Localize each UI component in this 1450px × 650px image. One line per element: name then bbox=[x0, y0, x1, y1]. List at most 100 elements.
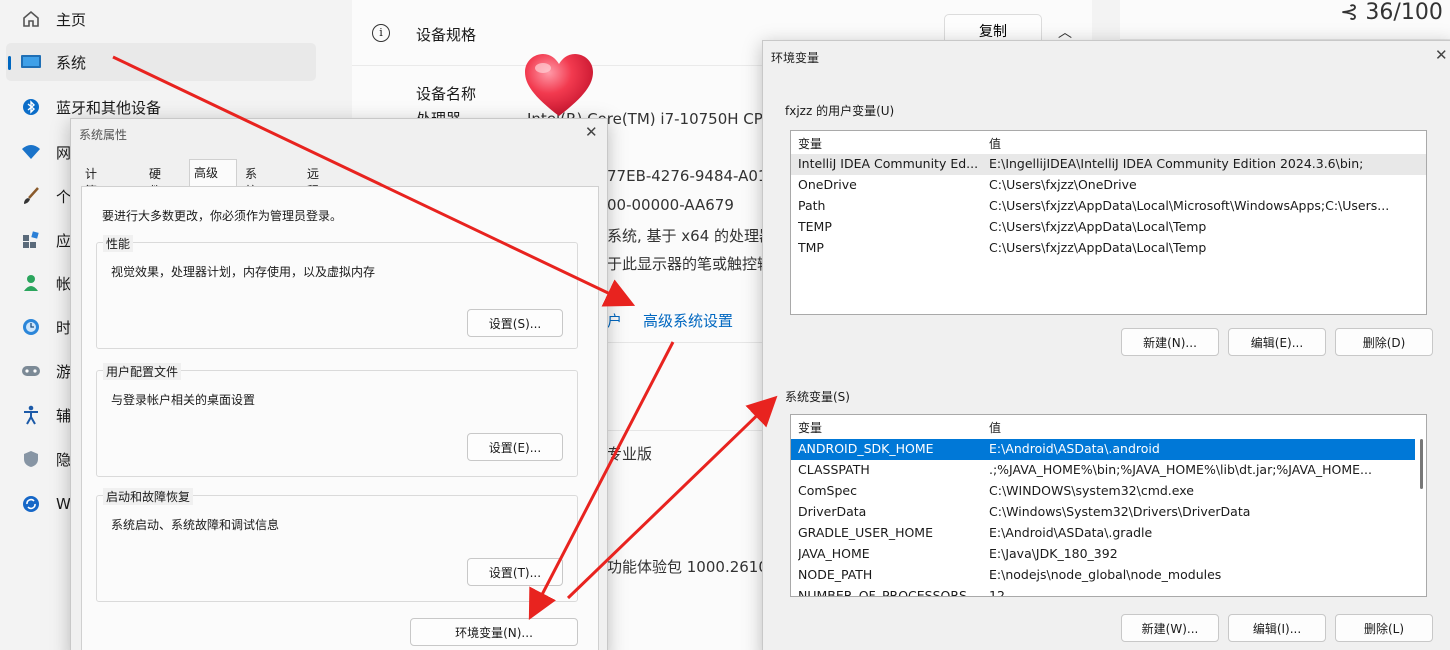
user-delete-button[interactable]: 删除(D) bbox=[1335, 328, 1433, 356]
sidebar-item-label: 系统 bbox=[56, 53, 87, 72]
row-value: C:\Users\fxjzz\OneDrive bbox=[989, 177, 1137, 192]
row-value: C:\Users\fxjzz\AppData\Local\Temp bbox=[989, 240, 1207, 255]
sidebar-item-label: 主页 bbox=[56, 10, 87, 29]
windows-update-icon bbox=[20, 493, 42, 515]
table-row[interactable]: ComSpec C:\WINDOWS\system32\cmd.exe bbox=[791, 481, 1426, 502]
active-indicator bbox=[8, 56, 11, 70]
group-description: 与登录帐户相关的桌面设置 bbox=[111, 393, 256, 407]
system-new-button[interactable]: 新建(W)... bbox=[1121, 614, 1219, 642]
column-header-value: 值 bbox=[989, 137, 1002, 151]
background-window-strip: ⊰ 36/100 bbox=[1120, 0, 1450, 40]
scrollbar-thumb[interactable] bbox=[1420, 439, 1423, 489]
sidebar-item-label: 个 bbox=[56, 187, 72, 206]
row-value: C:\Users\fxjzz\AppData\Local\Temp bbox=[989, 219, 1207, 234]
heart-icon bbox=[525, 54, 593, 116]
user-variables-label: fxjzz 的用户变量(U) bbox=[785, 104, 895, 118]
row-value: .;%JAVA_HOME%\bin;%JAVA_HOME%\lib\dt.jar… bbox=[989, 462, 1372, 477]
system-properties-dialog: 系统属性 ✕ 计算机名 硬件 高级 系统保护 远程 要进行大多数更改，你必须作为… bbox=[70, 118, 608, 650]
sidebar-item-label: 辅 bbox=[56, 406, 72, 425]
bluetooth-icon bbox=[20, 96, 42, 118]
sidebar-item-label: W bbox=[56, 495, 71, 513]
environment-variables-button[interactable]: 环境变量(N)... bbox=[410, 618, 578, 646]
user-profiles-settings-button[interactable]: 设置(E)... bbox=[467, 433, 563, 461]
row-name: TEMP bbox=[798, 219, 832, 234]
user-new-button[interactable]: 新建(N)... bbox=[1121, 328, 1219, 356]
performance-settings-button[interactable]: 设置(S)... bbox=[467, 309, 563, 337]
close-icon[interactable]: ✕ bbox=[585, 123, 598, 141]
row-name: NODE_PATH bbox=[798, 567, 873, 582]
row-name: GRADLE_USER_HOME bbox=[798, 525, 933, 540]
brush-icon bbox=[20, 185, 42, 207]
sidebar-item-home[interactable]: 主页 bbox=[6, 0, 316, 38]
table-row[interactable]: ANDROID_SDK_HOME E:\Android\ASData\.andr… bbox=[791, 439, 1415, 460]
close-icon[interactable]: ✕ bbox=[1435, 46, 1448, 64]
table-row[interactable]: NUMBER_OF_PROCESSORS 12 bbox=[791, 586, 1426, 597]
table-row[interactable]: Path C:\Users\fxjzz\AppData\Local\Micros… bbox=[791, 196, 1426, 217]
column-header-name: 变量 bbox=[798, 137, 823, 151]
clock-globe-icon bbox=[20, 316, 42, 338]
performance-group: 性能 视觉效果，处理器计划，内存使用，以及虚拟内存 设置(S)... bbox=[96, 235, 578, 349]
shield-icon bbox=[20, 448, 42, 470]
edition-value: 专业版 bbox=[607, 445, 653, 463]
product-id-value: 00-00000-AA679 bbox=[607, 196, 734, 214]
row-value: E:\nodejs\node_global\node_modules bbox=[989, 567, 1222, 582]
chevron-up-icon[interactable]: ︿ bbox=[1058, 22, 1072, 42]
system-type-value: 系统, 基于 x64 的处理器 bbox=[607, 227, 775, 245]
row-name: DriverData bbox=[798, 504, 867, 519]
spec-title: 设备规格 bbox=[416, 26, 477, 44]
pen-touch-value: 于此显示器的笔或触控输 bbox=[607, 255, 773, 273]
row-value: E:\Java\JDK_180_392 bbox=[989, 546, 1118, 561]
related-link[interactable]: 户 bbox=[607, 310, 622, 331]
experience-pack-value: 功能体验包 1000.26100. bbox=[607, 558, 783, 576]
table-row[interactable]: CLASSPATH .;%JAVA_HOME%\bin;%JAVA_HOME%\… bbox=[791, 460, 1426, 481]
table-row[interactable]: DriverData C:\Windows\System32\Drivers\D… bbox=[791, 502, 1426, 523]
table-row[interactable]: TMP C:\Users\fxjzz\AppData\Local\Temp bbox=[791, 238, 1426, 259]
row-value: C:\Users\fxjzz\AppData\Local\Microsoft\W… bbox=[989, 198, 1390, 213]
table-row[interactable]: JAVA_HOME E:\Java\JDK_180_392 bbox=[791, 544, 1426, 565]
wifi-icon bbox=[20, 141, 42, 163]
row-name: JAVA_HOME bbox=[798, 546, 870, 561]
dialog-title: 系统属性 bbox=[79, 128, 128, 142]
apps-icon bbox=[20, 229, 42, 251]
dialog-title: 环境变量 bbox=[771, 51, 820, 65]
tab-advanced[interactable]: 高级 bbox=[189, 159, 237, 187]
column-header-name: 变量 bbox=[798, 421, 823, 435]
group-label: 性能 bbox=[103, 235, 134, 252]
table-row[interactable]: NODE_PATH E:\nodejs\node_global\node_mod… bbox=[791, 565, 1426, 586]
sidebar-item-label: 网 bbox=[56, 143, 72, 162]
info-icon: i bbox=[372, 24, 390, 42]
sidebar-item-label: 帐 bbox=[56, 274, 72, 293]
user-variables-list[interactable]: 变量 值 IntelliJ IDEA Community Ed... E:\In… bbox=[790, 130, 1427, 315]
row-value: E:\IngellijIDEA\IntelliJ IDEA Community … bbox=[989, 156, 1364, 171]
startup-settings-button[interactable]: 设置(T)... bbox=[467, 558, 563, 586]
environment-variables-dialog: 环境变量 ✕ fxjzz 的用户变量(U) 变量 值 IntelliJ IDEA… bbox=[762, 40, 1450, 650]
list-header: 变量 值 bbox=[791, 131, 1426, 153]
user-profiles-group: 用户配置文件 与登录帐户相关的桌面设置 设置(E)... bbox=[96, 363, 578, 477]
user-edit-button[interactable]: 编辑(E)... bbox=[1228, 328, 1326, 356]
group-label: 启动和故障恢复 bbox=[103, 488, 194, 505]
group-description: 视觉效果，处理器计划，内存使用，以及虚拟内存 bbox=[111, 265, 376, 279]
sidebar-item-system[interactable]: 系统 bbox=[6, 43, 316, 81]
row-name: NUMBER_OF_PROCESSORS bbox=[798, 588, 967, 597]
group-description: 系统启动、系统故障和调试信息 bbox=[111, 518, 280, 532]
system-delete-button[interactable]: 删除(L) bbox=[1335, 614, 1433, 642]
row-value: E:\Android\ASData\.gradle bbox=[989, 525, 1153, 540]
row-name: Path bbox=[798, 198, 826, 213]
table-row[interactable]: GRADLE_USER_HOME E:\Android\ASData\.grad… bbox=[791, 523, 1426, 544]
column-header-value: 值 bbox=[989, 421, 1002, 435]
group-label: 用户配置文件 bbox=[103, 363, 182, 380]
row-name: TMP bbox=[798, 240, 824, 255]
accessibility-icon bbox=[20, 404, 42, 426]
row-name: ANDROID_SDK_HOME bbox=[798, 441, 934, 456]
device-name-key: 设备名称 bbox=[416, 85, 477, 103]
row-name: IntelliJ IDEA Community Ed... bbox=[798, 156, 979, 171]
table-row[interactable]: IntelliJ IDEA Community Ed... E:\Ingelli… bbox=[791, 154, 1426, 175]
row-value: 12 bbox=[989, 588, 1005, 597]
sidebar-item-label: 蓝牙和其他设备 bbox=[56, 98, 162, 117]
row-name: OneDrive bbox=[798, 177, 857, 192]
system-edit-button[interactable]: 编辑(I)... bbox=[1228, 614, 1326, 642]
table-row[interactable]: TEMP C:\Users\fxjzz\AppData\Local\Temp bbox=[791, 217, 1426, 238]
table-row[interactable]: OneDrive C:\Users\fxjzz\OneDrive bbox=[791, 175, 1426, 196]
advanced-system-settings-link[interactable]: 高级系统设置 bbox=[643, 310, 733, 331]
system-variables-list[interactable]: 变量 值 ANDROID_SDK_HOME E:\Android\ASData\… bbox=[790, 414, 1427, 597]
